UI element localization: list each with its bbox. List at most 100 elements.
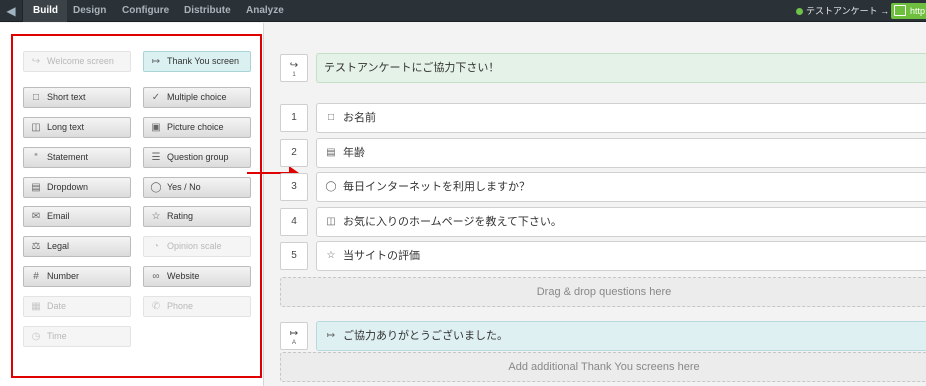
clock-icon: ◷ [31, 331, 41, 342]
email-icon: ✉ [31, 211, 41, 222]
dropdown-icon: ▤ [326, 147, 336, 158]
external-link-icon [894, 5, 906, 16]
welcome-icon: ↪ [31, 56, 41, 67]
question-number: 1 [280, 104, 308, 132]
welcome-screen-row[interactable]: テストアンケートにご協力下さい！ [316, 53, 926, 83]
yes-no-icon: ◯ [150, 182, 162, 193]
tab-build[interactable]: Build [23, 0, 67, 22]
multiple-choice-label: Multiple choice [167, 92, 227, 102]
welcome-badge[interactable]: ↪ 1 [280, 54, 308, 82]
question-group-label: Question group [167, 152, 229, 162]
number-button[interactable]: # Number [23, 266, 131, 287]
star-icon: ☆ [151, 211, 161, 222]
time-button[interactable]: ◷ Time [23, 326, 131, 347]
open-url-label: http [910, 6, 926, 16]
website-label: Website [167, 271, 200, 281]
date-button[interactable]: ▦ Date [23, 296, 131, 317]
question-text: お気に入りのホームページを教えて下さい。 [343, 216, 562, 228]
question-row[interactable]: ◫ お気に入りのホームページを教えて下さい。 [316, 207, 926, 237]
tab-configure[interactable]: Configure [122, 0, 169, 22]
thankyou-badge[interactable]: ↦ A [280, 322, 308, 350]
question-row[interactable]: ☆ 当サイトの評価 [316, 241, 926, 271]
short-text-icon: □ [32, 92, 40, 103]
statement-label: Statement [47, 152, 89, 162]
phone-label: Phone [167, 301, 194, 311]
tab-analyze[interactable]: Analyze [246, 0, 284, 22]
question-row[interactable]: ◯ 毎日インターネットを利用しますか？ [316, 172, 926, 202]
opinion-scale-button[interactable]: ◔ Opinion scale [143, 236, 251, 257]
question-text: 当サイトの評価 [343, 250, 420, 262]
thankyou-screen-label: Thank You screen [167, 56, 240, 66]
long-text-icon: ◫ [31, 122, 41, 133]
thankyou-drop-zone[interactable]: Add additional Thank You screens here [280, 352, 926, 382]
question-drop-zone[interactable]: Drag & drop questions here [280, 277, 926, 307]
short-text-label: Short text [47, 92, 86, 102]
yes-no-icon: ◯ [325, 181, 337, 192]
opinion-scale-label: Opinion scale [167, 241, 222, 251]
group-icon: ☰ [151, 152, 161, 163]
long-text-icon: ◫ [326, 216, 336, 227]
yes-no-label: Yes / No [167, 182, 201, 192]
multiple-choice-button[interactable]: ✓ Multiple choice [143, 87, 251, 108]
website-button[interactable]: ∞ Website [143, 266, 251, 287]
welcome-screen-button[interactable]: ↪ Welcome screen [23, 51, 131, 72]
question-row[interactable]: ▤ 年齢 [316, 138, 926, 168]
tab-design[interactable]: Design [73, 0, 106, 22]
back-arrow-icon[interactable]: ◀ [4, 4, 18, 18]
survey-link-text: テストアンケート → [806, 6, 890, 16]
top-nav-bar: ◀ Build Design Configure Distribute Anal… [0, 0, 926, 22]
quote-icon: “ [34, 152, 38, 163]
thankyou-screen-icon: ↦ [289, 328, 299, 339]
rating-label: Rating [167, 211, 194, 221]
question-row[interactable]: □ お名前 [316, 103, 926, 133]
dropdown-label: Dropdown [47, 182, 89, 192]
picture-choice-button[interactable]: ▣ Picture choice [143, 117, 251, 138]
email-label: Email [47, 211, 70, 221]
scale-icon: ◔ [152, 241, 160, 252]
thankyou-icon: ↦ [151, 56, 161, 67]
thankyou-screen-row[interactable]: ↦ ご協力ありがとうございました。 [316, 321, 926, 351]
legal-label: Legal [47, 241, 70, 251]
phone-button[interactable]: ✆ Phone [143, 296, 251, 317]
survey-link[interactable]: テストアンケート → [796, 0, 889, 22]
open-url-button[interactable]: http [891, 3, 926, 19]
question-number: 5 [280, 242, 308, 270]
thankyou-screen-text: ご協力ありがとうございました。 [343, 330, 508, 342]
question-number: 4 [280, 208, 308, 236]
link-icon: ∞ [152, 271, 160, 282]
time-label: Time [47, 331, 67, 341]
yes-no-button[interactable]: ◯ Yes / No [143, 177, 251, 198]
date-label: Date [47, 301, 67, 311]
number-icon: # [33, 271, 39, 282]
scales-icon: ⚖ [31, 241, 41, 252]
tab-distribute[interactable]: Distribute [184, 0, 231, 22]
welcome-badge-number: 1 [292, 72, 296, 78]
rating-button[interactable]: ☆ Rating [143, 206, 251, 227]
long-text-label: Long text [47, 122, 85, 132]
question-number: 3 [280, 173, 308, 201]
statement-button[interactable]: “ Statement [23, 147, 131, 168]
thankyou-badge-letter: A [291, 340, 296, 346]
question-group-button[interactable]: ☰ Question group [143, 147, 251, 168]
dropdown-icon: ▤ [31, 182, 41, 193]
welcome-screen-label: Welcome screen [47, 56, 114, 66]
dropdown-button[interactable]: ▤ Dropdown [23, 177, 131, 198]
phone-icon: ✆ [151, 301, 161, 312]
thankyou-row-icon: ↦ [326, 330, 336, 341]
question-number: 2 [280, 139, 308, 167]
question-text: お名前 [343, 112, 376, 124]
calendar-icon: ▦ [31, 301, 41, 312]
checkbox-icon: ✓ [151, 92, 161, 103]
picture-icon: ▣ [151, 122, 161, 133]
star-icon: ☆ [326, 250, 336, 261]
question-text: 毎日インターネットを利用しますか？ [343, 181, 530, 193]
email-button[interactable]: ✉ Email [23, 206, 131, 227]
welcome-screen-text: テストアンケートにご協力下さい！ [324, 62, 500, 74]
short-text-icon: □ [327, 112, 335, 123]
short-text-button[interactable]: □ Short text [23, 87, 131, 108]
long-text-button[interactable]: ◫ Long text [23, 117, 131, 138]
legal-button[interactable]: ⚖ Legal [23, 236, 131, 257]
picture-choice-label: Picture choice [167, 122, 224, 132]
thankyou-screen-button[interactable]: ↦ Thank You screen [143, 51, 251, 72]
status-dot-icon [796, 8, 803, 16]
